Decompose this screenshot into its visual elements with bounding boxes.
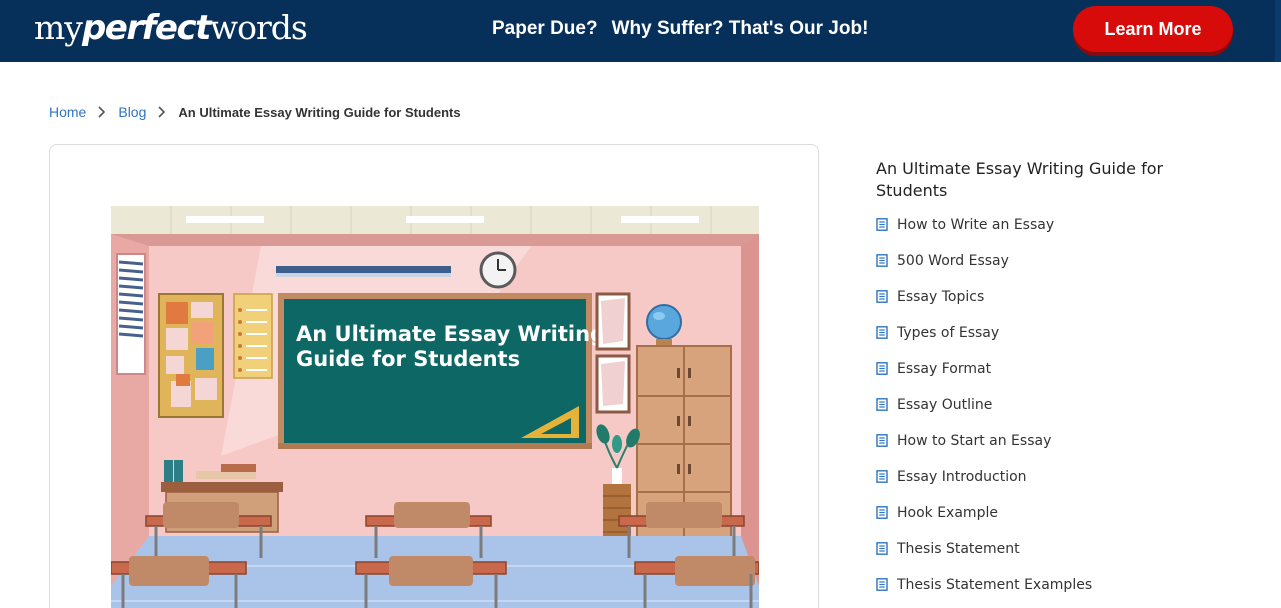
toc-item[interactable]: Thesis Statement bbox=[876, 541, 1176, 577]
hero-title-line2: Guide for Students bbox=[296, 347, 520, 371]
hero-classroom-illustration: An Ultimate Essay Writing Guide for Stud… bbox=[111, 206, 759, 608]
toc-item[interactable]: Hook Example bbox=[876, 505, 1176, 541]
chevron-right-icon bbox=[156, 105, 168, 119]
toc-item[interactable]: Thesis Statement Examples bbox=[876, 577, 1176, 608]
toc-item-label: How to Start an Essay bbox=[897, 433, 1052, 449]
logo-text-perfect: perfect bbox=[81, 8, 211, 48]
chevron-right-icon bbox=[96, 105, 108, 119]
toc-item-label: Hook Example bbox=[897, 505, 998, 521]
document-icon bbox=[876, 254, 888, 267]
toc-list: How to Write an Essay 500 Word Essay Essay… bbox=[876, 217, 1176, 608]
toc-item[interactable]: How to Write an Essay bbox=[876, 217, 1176, 253]
toc-item[interactable]: Essay Format bbox=[876, 361, 1176, 397]
document-icon bbox=[876, 290, 888, 303]
document-icon bbox=[876, 218, 888, 231]
toc-title: An Ultimate Essay Writing Guide for Stud… bbox=[876, 159, 1164, 200]
tagline-part-1: Paper Due? bbox=[492, 18, 598, 39]
toc-item[interactable]: Essay Outline bbox=[876, 397, 1176, 433]
document-icon bbox=[876, 434, 888, 447]
site-logo[interactable]: my perfect words bbox=[34, 8, 308, 52]
header-edge bbox=[1275, 0, 1281, 62]
toc-item-label: Essay Outline bbox=[897, 397, 993, 413]
header-tagline: Paper Due? Why Suffer? That's Our Job! bbox=[492, 18, 868, 40]
toc-item[interactable]: 500 Word Essay bbox=[876, 253, 1176, 289]
toc-item-label: Essay Topics bbox=[897, 289, 985, 305]
table-of-contents: An Ultimate Essay Writing Guide for Stud… bbox=[876, 158, 1176, 608]
article-card: An Ultimate Essay Writing Guide for Stud… bbox=[49, 144, 819, 608]
document-icon bbox=[876, 506, 888, 519]
classroom-illustration: An Ultimate Essay Writing Guide for Stud… bbox=[111, 206, 759, 608]
toc-item-label: Types of Essay bbox=[897, 325, 1000, 341]
breadcrumb-blog-link[interactable]: Blog bbox=[118, 104, 146, 120]
toc-item-label: Essay Format bbox=[897, 361, 992, 377]
toc-item-label: Essay Introduction bbox=[897, 469, 1027, 485]
logo-text-words: words bbox=[209, 8, 308, 47]
toc-item[interactable]: Types of Essay bbox=[876, 325, 1176, 361]
learn-more-button[interactable]: Learn More bbox=[1073, 6, 1233, 52]
document-icon bbox=[876, 326, 888, 339]
document-icon bbox=[876, 470, 888, 483]
document-icon bbox=[876, 398, 888, 411]
document-icon bbox=[876, 542, 888, 555]
toc-item-label: How to Write an Essay bbox=[897, 217, 1055, 233]
site-header: my perfect words Paper Due? Why Suffer? T… bbox=[0, 0, 1281, 62]
document-icon bbox=[876, 578, 888, 591]
document-icon bbox=[876, 362, 888, 375]
toc-item[interactable]: How to Start an Essay bbox=[876, 433, 1176, 469]
breadcrumb: Home Blog An Ultimate Essay Writing Guid… bbox=[49, 104, 461, 120]
toc-item-label: 500 Word Essay bbox=[897, 253, 1009, 269]
toc-item-label: Thesis Statement bbox=[897, 541, 1020, 557]
toc-item[interactable]: Essay Introduction bbox=[876, 469, 1176, 505]
breadcrumb-current: An Ultimate Essay Writing Guide for Stud… bbox=[178, 104, 461, 120]
toc-item[interactable]: Essay Topics bbox=[876, 289, 1176, 325]
breadcrumb-home-link[interactable]: Home bbox=[49, 104, 86, 120]
hero-title-line1: An Ultimate Essay Writing bbox=[296, 322, 605, 346]
tagline-part-2: Why Suffer? That's Our Job! bbox=[611, 18, 869, 39]
logo-text-my: my bbox=[34, 8, 83, 47]
toc-item-label: Thesis Statement Examples bbox=[897, 577, 1093, 593]
